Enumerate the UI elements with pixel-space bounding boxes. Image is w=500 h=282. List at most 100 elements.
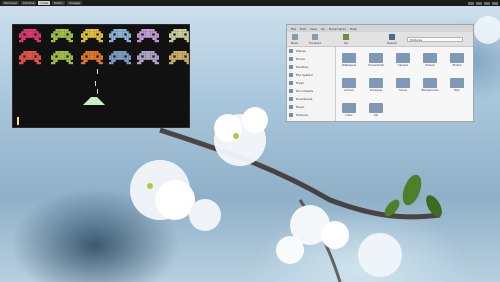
folder-icon bbox=[396, 53, 410, 63]
forward-icon bbox=[312, 34, 319, 40]
file-tile[interactable]: Camera bbox=[394, 53, 412, 67]
invader-sprite bbox=[169, 51, 189, 65]
sidebar-item[interactable]: Downloads bbox=[287, 95, 335, 103]
volume-icon[interactable] bbox=[476, 1, 482, 5]
sidebar-item-label: Music bbox=[296, 105, 305, 109]
menu-item[interactable]: Help bbox=[350, 27, 357, 31]
file-view: Wallpapers Screenshots Camera Shared Photos A… bbox=[336, 47, 473, 121]
back-button[interactable]: Back bbox=[291, 34, 298, 45]
folder-icon bbox=[369, 103, 383, 113]
bullet bbox=[97, 89, 98, 94]
search-button[interactable]: Search bbox=[387, 34, 397, 45]
sidebar-item[interactable]: Videos bbox=[287, 119, 335, 122]
file-tile[interactable]: Drawings bbox=[367, 78, 385, 92]
invader-sprite bbox=[19, 51, 41, 65]
menu-item[interactable]: Go bbox=[321, 27, 325, 31]
folder-icon bbox=[369, 53, 383, 63]
folder-icon bbox=[289, 105, 293, 109]
invader-sprite bbox=[109, 29, 131, 43]
network-icon[interactable] bbox=[468, 1, 474, 5]
invader-sprite bbox=[51, 51, 73, 65]
workspace-tab[interactable]: Images bbox=[67, 1, 83, 5]
file-tile-label: Inbox bbox=[345, 114, 353, 117]
file-tile[interactable]: Photos bbox=[448, 53, 466, 67]
invader-sprite bbox=[169, 29, 189, 43]
folder-icon bbox=[450, 53, 464, 63]
sidebar-item[interactable]: Desktop bbox=[287, 63, 335, 71]
menu-item[interactable]: Edit bbox=[300, 27, 306, 31]
folder-icon bbox=[450, 78, 464, 88]
sidebar-item[interactable]: Pictures bbox=[287, 111, 335, 119]
back-label: Back bbox=[291, 41, 299, 45]
sidebar-item-label: Home bbox=[296, 57, 305, 61]
folder-icon bbox=[289, 57, 293, 61]
sidebar-item[interactable]: File System bbox=[287, 71, 335, 79]
sidebar: Places Home Desktop File System Trash Documen… bbox=[287, 47, 336, 121]
workspace-tab[interactable]: Editor bbox=[52, 1, 66, 5]
game-window[interactable]: 00 bbox=[12, 24, 190, 128]
folder-icon bbox=[342, 103, 356, 113]
folder-icon bbox=[289, 113, 293, 117]
folder-icon bbox=[289, 97, 293, 101]
menu-item[interactable]: File bbox=[291, 27, 296, 31]
folder-icon bbox=[423, 78, 437, 88]
invader-sprite bbox=[81, 29, 103, 43]
file-tile-label: Photos bbox=[452, 64, 462, 67]
sidebar-item-label: Documents bbox=[296, 89, 314, 93]
folder-icon bbox=[342, 78, 356, 88]
sidebar-item-label: Downloads bbox=[296, 97, 313, 101]
workspace-tab[interactable]: Terminal bbox=[2, 1, 19, 5]
file-tile[interactable]: Scans bbox=[394, 78, 412, 92]
folder-icon bbox=[342, 53, 356, 63]
folder-icon bbox=[289, 49, 293, 53]
file-tile-label: Scans bbox=[399, 89, 407, 92]
file-manager-window[interactable]: File Edit View Go Bookmarks Help Back Fo… bbox=[286, 24, 474, 122]
sidebar-item-label: Videos bbox=[296, 121, 306, 122]
window-titlebar[interactable]: File Edit View Go Bookmarks Help bbox=[287, 25, 473, 32]
battery-icon[interactable] bbox=[484, 1, 490, 5]
folder-icon bbox=[289, 65, 293, 69]
sidebar-item-label: File System bbox=[296, 73, 314, 77]
invader-sprite bbox=[137, 51, 159, 65]
search-icon bbox=[389, 34, 396, 40]
sidebar-item[interactable]: Home bbox=[287, 55, 335, 63]
workspace-tab[interactable]: Chrome bbox=[20, 1, 37, 5]
menu-item[interactable]: Bookmarks bbox=[329, 27, 346, 31]
sidebar-item-label: Pictures bbox=[296, 113, 308, 117]
file-tile[interactable]: Archive bbox=[340, 78, 358, 92]
back-icon bbox=[291, 34, 298, 40]
invader-sprite bbox=[19, 29, 41, 43]
sidebar-item[interactable]: Documents bbox=[287, 87, 335, 95]
file-tile[interactable]: Inbox bbox=[340, 103, 358, 117]
invader-sprite bbox=[109, 51, 131, 65]
file-tile[interactable]: Old bbox=[367, 103, 385, 117]
file-tile-label: Wallpapers bbox=[341, 64, 357, 67]
folder-icon bbox=[369, 78, 383, 88]
invader-sprite bbox=[81, 51, 103, 65]
file-tile-label: Screenshots bbox=[368, 64, 384, 67]
invader-grid bbox=[17, 29, 189, 125]
forward-button[interactable]: Forward bbox=[309, 34, 321, 45]
file-tile[interactable]: Screenshots bbox=[367, 53, 385, 67]
workspace-tab-active[interactable]: Code bbox=[38, 1, 51, 5]
up-label: Up bbox=[343, 41, 349, 45]
folder-icon bbox=[289, 89, 293, 93]
file-tile-label: Misc bbox=[454, 89, 460, 92]
folder-icon bbox=[396, 78, 410, 88]
search-label: Search bbox=[387, 41, 398, 45]
clock-icon[interactable] bbox=[492, 1, 498, 5]
invader-sprite bbox=[51, 29, 73, 43]
file-tile[interactable]: Misc bbox=[448, 78, 466, 92]
file-tile-label: Archive bbox=[344, 89, 354, 92]
folder-icon bbox=[289, 121, 293, 122]
sidebar-item[interactable]: Trash bbox=[287, 79, 335, 87]
location-field[interactable]: Pictures bbox=[407, 37, 463, 42]
sidebar-item[interactable]: Music bbox=[287, 103, 335, 111]
file-tile[interactable]: Backgrounds bbox=[421, 78, 439, 92]
sidebar-item[interactable]: Places bbox=[287, 47, 335, 55]
menu-item[interactable]: View bbox=[310, 27, 317, 31]
file-tile[interactable]: Wallpapers bbox=[340, 53, 358, 67]
up-button[interactable]: Up bbox=[343, 34, 349, 45]
file-tile[interactable]: Shared bbox=[421, 53, 439, 67]
system-tray bbox=[468, 0, 498, 6]
